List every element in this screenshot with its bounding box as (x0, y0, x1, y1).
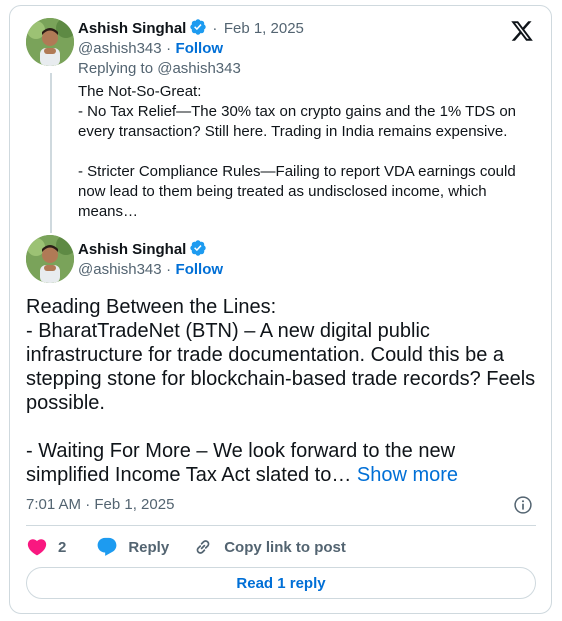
reply-author-name[interactable]: Ashish Singhal (78, 20, 186, 37)
follow-separator: · (166, 40, 172, 57)
reply-subheader: @ashish343 · Follow (78, 39, 223, 59)
action-bar: 2 Reply Copy link to post (26, 535, 346, 559)
reply-label: Reply (128, 538, 170, 556)
reply-follow-button[interactable]: Follow (176, 40, 224, 57)
reply-tweet-text: The Not-So-Great: - No Tax Relief—The 30… (78, 82, 528, 222)
main-tweet-text: Reading Between the Lines: - BharatTrade… (26, 295, 536, 487)
verified-badge-icon (189, 239, 207, 257)
verified-badge-icon (189, 18, 207, 36)
main-header: Ashish Singhal (78, 239, 207, 260)
heart-icon (27, 539, 47, 556)
copy-link-button[interactable]: Copy link to post (192, 536, 346, 558)
copy-link-label: Copy link to post (224, 538, 346, 556)
embedded-post-card: Ashish Singhal · Feb 1, 2025 @ashish343 ·… (9, 5, 552, 614)
replying-to-label: Replying to @ashish343 (78, 60, 241, 77)
reply-date[interactable]: Feb 1, 2025 (224, 20, 304, 37)
reply-tweet-body: The Not-So-Great: - No Tax Relief—The 30… (78, 83, 517, 220)
main-author-avatar[interactable] (26, 235, 74, 283)
like-count: 2 (58, 538, 67, 556)
show-more-link[interactable]: Show more (357, 464, 458, 486)
info-icon[interactable] (513, 495, 533, 515)
reply-bubble-icon (97, 537, 117, 556)
main-author-name[interactable]: Ashish Singhal (78, 241, 186, 258)
date-separator: · (212, 20, 218, 37)
x-logo-icon[interactable] (510, 19, 534, 43)
thread-connector-line (50, 73, 52, 233)
read-replies-button[interactable]: Read 1 reply (26, 567, 536, 599)
like-button[interactable]: 2 (26, 536, 66, 558)
reply-button[interactable]: Reply (96, 536, 169, 558)
follow-separator: · (166, 261, 172, 278)
main-tweet-body: Reading Between the Lines: - BharatTrade… (26, 296, 536, 486)
link-icon (196, 540, 210, 554)
post-timestamp[interactable]: 7:01 AM · Feb 1, 2025 (26, 495, 174, 515)
reply-author-handle[interactable]: @ashish343 (78, 40, 162, 57)
reply-header: Ashish Singhal · Feb 1, 2025 (78, 18, 304, 39)
main-follow-button[interactable]: Follow (176, 261, 224, 278)
main-author-handle[interactable]: @ashish343 (78, 261, 162, 278)
divider (26, 525, 536, 526)
main-subheader: @ashish343 · Follow (78, 260, 223, 280)
reply-author-avatar[interactable] (26, 18, 74, 66)
